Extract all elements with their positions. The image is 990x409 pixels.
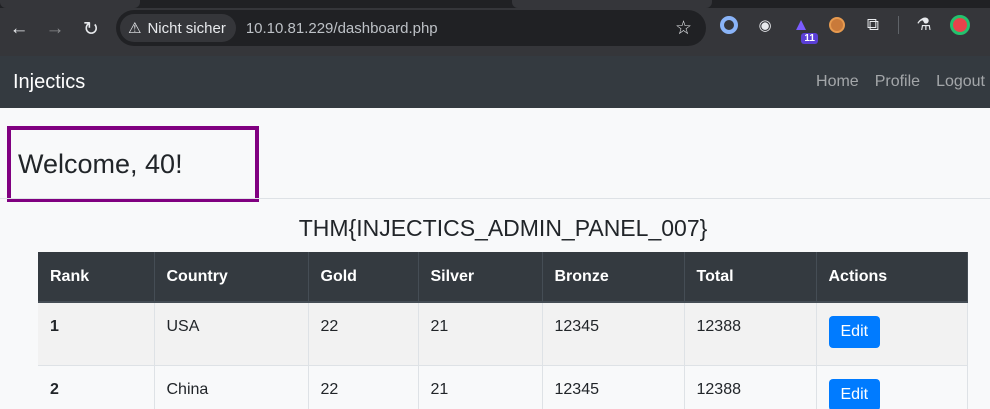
flask-icon: ⚗ — [916, 15, 932, 34]
medal-table-wrapper: Rank Country Gold Silver Bronze Total Ac… — [38, 252, 968, 409]
extension-hat[interactable]: ▲ 11 — [790, 14, 818, 44]
medal-table: Rank Country Gold Silver Bronze Total Ac… — [38, 252, 968, 409]
table-header-row: Rank Country Gold Silver Bronze Total Ac… — [38, 252, 968, 303]
extensions-area: ◉ ▲ 11 ⧉ ⚗ — [718, 14, 971, 44]
reload-icon: ↻ — [83, 18, 99, 40]
address-bar[interactable]: ⚠ Nicht sicher 10.10.81.229/dashboard.ph… — [116, 10, 706, 46]
warning-icon: ⚠ — [128, 20, 142, 37]
cell-rank: 2 — [38, 364, 155, 409]
welcome-highlight: Welcome, 40! — [7, 126, 259, 202]
nav-home-link[interactable]: Home — [800, 73, 859, 91]
nav-logout-link[interactable]: Logout — [920, 73, 985, 91]
security-chip[interactable]: ⚠ Nicht sicher — [120, 14, 236, 42]
divider — [0, 198, 990, 199]
globe-icon: ◉ — [758, 17, 772, 34]
cell-actions: Edit — [816, 301, 968, 365]
cell-total: 12388 — [684, 301, 817, 365]
labs-button[interactable]: ⚗ — [913, 14, 935, 36]
cookie-icon — [829, 17, 845, 33]
col-bronze: Bronze — [542, 252, 685, 303]
cell-bronze: 12345 — [542, 364, 685, 409]
col-silver: Silver — [418, 252, 543, 303]
security-label: Nicht sicher — [147, 19, 226, 37]
extension-globe[interactable]: ◉ — [754, 14, 776, 36]
cell-gold: 22 — [308, 364, 419, 409]
tab-strip — [0, 0, 990, 8]
ring-icon — [720, 16, 738, 34]
extension-cookie[interactable] — [826, 14, 848, 36]
table-row: 1 USA 22 21 12345 12388 Edit — [38, 301, 968, 365]
cell-rank: 1 — [38, 301, 155, 365]
table-row: 2 China 22 21 12345 12388 Edit — [38, 364, 968, 409]
nav-links: Home Profile Logout — [800, 73, 990, 91]
hat-icon: ▲ — [792, 15, 810, 34]
profile-button[interactable] — [949, 14, 971, 36]
flag-heading: THM{INJECTICS_ADMIN_PANEL_007} — [298, 215, 708, 241]
cell-actions: Edit — [816, 364, 968, 409]
reload-button[interactable]: ↻ — [73, 11, 109, 47]
cell-bronze: 12345 — [542, 301, 685, 365]
nav-profile-link[interactable]: Profile — [859, 73, 920, 91]
bookmark-star-icon[interactable]: ☆ — [675, 17, 692, 40]
toolbar-separator — [898, 16, 899, 34]
browser-toolbar: ← → ↻ ⚠ Nicht sicher 10.10.81.229/dashbo… — [0, 0, 990, 56]
cell-total: 12388 — [684, 364, 817, 409]
cell-silver: 21 — [418, 364, 543, 409]
arrow-right-icon: → — [45, 18, 65, 39]
main-content: Welcome, 40! THM{INJECTICS_ADMIN_PANEL_0… — [0, 108, 990, 409]
cell-silver: 21 — [418, 301, 543, 365]
forward-button[interactable]: → — [37, 11, 73, 47]
brand-logo[interactable]: Injectics — [13, 71, 85, 94]
puzzle-icon: ⧉ — [866, 15, 880, 34]
cell-country: USA — [154, 301, 309, 365]
col-rank: Rank — [38, 252, 155, 303]
col-gold: Gold — [308, 252, 419, 303]
extension-badge: 11 — [801, 33, 818, 44]
col-actions: Actions — [816, 252, 968, 303]
extensions-button[interactable]: ⧉ — [862, 14, 884, 36]
cell-country: China — [154, 364, 309, 409]
edit-button[interactable]: Edit — [828, 316, 881, 348]
welcome-heading: Welcome, 40! — [18, 148, 183, 179]
extension-ring[interactable] — [718, 14, 740, 36]
arrow-left-icon: ← — [9, 18, 29, 39]
cell-gold: 22 — [308, 301, 419, 365]
col-country: Country — [154, 252, 309, 303]
edit-button[interactable]: Edit — [828, 378, 881, 409]
site-navbar: Injectics Home Profile Logout — [0, 56, 990, 108]
col-total: Total — [684, 252, 817, 303]
back-button[interactable]: ← — [1, 11, 37, 47]
profile-avatar — [950, 15, 970, 35]
url-text[interactable]: 10.10.81.229/dashboard.php — [246, 20, 438, 37]
